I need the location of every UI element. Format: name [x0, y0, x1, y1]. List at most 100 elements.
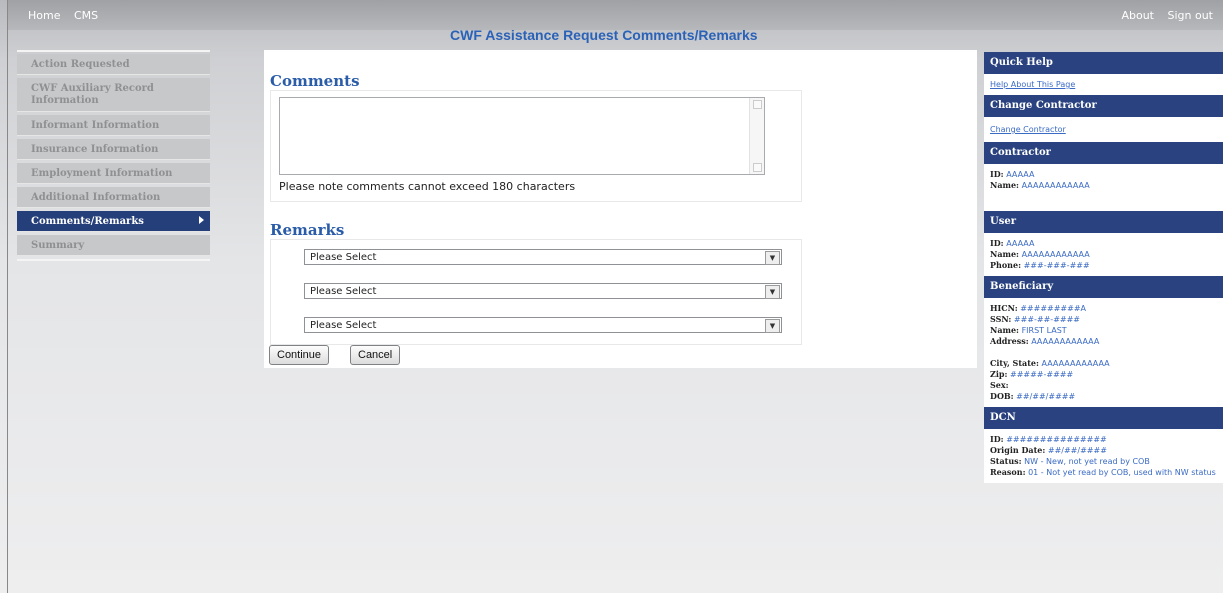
contractor-id-row: ID: AAAAA — [990, 169, 1217, 180]
page-title: CWF Assistance Request Comments/Remarks — [450, 27, 758, 43]
beneficiary-address-row: Address: AAAAAAAAAAAA — [990, 336, 1217, 347]
user-heading: User — [984, 211, 1223, 233]
remark-select-2[interactable]: Please Select ▼ — [304, 283, 782, 299]
nav-item-summary[interactable]: Summary — [17, 235, 210, 256]
textarea-scrollbar[interactable] — [749, 98, 764, 174]
dcn-reason-row: Reason: 01 - Not yet read by COB, used w… — [990, 467, 1217, 478]
user-id-label: ID: — [990, 238, 1004, 248]
ssn-label: SSN: — [990, 314, 1012, 324]
remark-select-1-value: Please Select — [310, 252, 377, 263]
change-contractor-link[interactable]: Change Contractor — [990, 125, 1066, 134]
beneficiary-hicn-row: HICN: #########A — [990, 303, 1217, 314]
user-phone-value: ###-###-### — [1023, 261, 1090, 270]
beneficiary-zip-row: Zip: #####-#### — [990, 369, 1217, 380]
reason-value: 01 - Not yet read by COB, used with NW s… — [1028, 468, 1216, 477]
nav-item-label: Additional Information — [31, 191, 161, 203]
comments-heading: Comments — [270, 72, 360, 90]
city-state-value: AAAAAAAAAAAA — [1041, 359, 1110, 368]
status-label: Status: — [990, 456, 1022, 466]
origin-date-label: Origin Date: — [990, 445, 1046, 455]
zip-label: Zip: — [990, 369, 1008, 379]
sign-out-link[interactable]: Sign out — [1167, 9, 1213, 22]
user-name-label: Name: — [990, 249, 1020, 259]
beneficiary-name-label: Name: — [990, 325, 1020, 335]
left-nav: Action Requested CWF Auxiliary Record In… — [17, 50, 210, 263]
nav-item-label: Comments/Remarks — [31, 215, 144, 227]
nav-divider — [17, 259, 210, 261]
contractor-id-label: ID: — [990, 169, 1004, 179]
chevron-down-icon: ▼ — [765, 319, 780, 333]
scroll-up-icon[interactable] — [753, 100, 762, 109]
change-contractor-heading: Change Contractor — [984, 95, 1223, 117]
dcn-status-row: Status: NW - New, not yet read by COB — [990, 456, 1217, 467]
hicn-label: HICN: — [990, 303, 1018, 313]
top-bar: Home CMS About Sign out — [8, 0, 1223, 30]
quick-help-body: Help About This Page — [984, 74, 1223, 95]
user-name-row: Name: AAAAAAAAAAAA — [990, 249, 1217, 260]
comments-note: Please note comments cannot exceed 180 c… — [279, 180, 576, 193]
dcn-origin-row: Origin Date: ##/##/#### — [990, 445, 1217, 456]
nav-item-insurance-information[interactable]: Insurance Information — [17, 139, 210, 160]
reason-label: Reason: — [990, 467, 1026, 477]
user-phone-label: Phone: — [990, 260, 1022, 270]
chevron-down-icon: ▼ — [765, 251, 780, 265]
beneficiary-heading: Beneficiary — [984, 276, 1223, 298]
contractor-body: ID: AAAAA Name: AAAAAAAAAAAA — [984, 164, 1223, 211]
beneficiary-body: HICN: #########A SSN: ###-##-#### Name: … — [984, 298, 1223, 407]
sex-label: Sex: — [990, 380, 1009, 390]
remarks-heading: Remarks — [270, 221, 345, 239]
dob-label: DOB: — [990, 391, 1014, 401]
user-id-row: ID: AAAAA — [990, 238, 1217, 249]
address-label: Address: — [990, 336, 1029, 346]
dob-value: ##/##/#### — [1016, 392, 1076, 401]
beneficiary-ssn-row: SSN: ###-##-#### — [990, 314, 1217, 325]
cancel-button[interactable]: Cancel — [350, 345, 401, 365]
help-about-page-link[interactable]: Help About This Page — [990, 80, 1075, 89]
remark-select-1[interactable]: Please Select ▼ — [304, 249, 782, 265]
cms-link[interactable]: CMS — [74, 9, 98, 22]
nav-item-label: CWF Auxiliary Record Information — [31, 82, 154, 106]
beneficiary-sex-row: Sex: — [990, 380, 1217, 391]
about-link[interactable]: About — [1121, 9, 1154, 22]
comments-box: Please note comments cannot exceed 180 c… — [270, 90, 802, 202]
status-value: NW - New, not yet read by COB — [1024, 457, 1150, 466]
zip-value: #####-#### — [1009, 370, 1074, 379]
nav-item-label: Summary — [31, 239, 85, 251]
contractor-name-label: Name: — [990, 180, 1020, 190]
continue-button[interactable]: Continue — [269, 345, 330, 365]
nav-item-cwf-auxiliary-record[interactable]: CWF Auxiliary Record Information — [17, 78, 210, 112]
nav-item-label: Action Requested — [31, 58, 130, 70]
dcn-id-value: ############### — [1006, 435, 1107, 444]
comments-textarea[interactable] — [279, 97, 765, 175]
beneficiary-city-row: City, State: AAAAAAAAAAAA — [990, 358, 1217, 369]
remark-select-2-value: Please Select — [310, 286, 377, 297]
home-link[interactable]: Home — [28, 9, 60, 22]
hicn-value: #########A — [1020, 304, 1087, 313]
nav-item-action-requested[interactable]: Action Requested — [17, 54, 210, 75]
change-contractor-body: Change Contractor — [984, 117, 1223, 142]
remarks-box: Please Select ▼ Please Select ▼ Please S… — [270, 239, 802, 345]
right-panel: Quick Help Help About This Page Change C… — [984, 52, 1223, 483]
contractor-name-row: Name: AAAAAAAAAAAA — [990, 180, 1217, 191]
remark-select-3[interactable]: Please Select ▼ — [304, 317, 782, 333]
beneficiary-name-value: FIRST LAST — [1021, 326, 1067, 335]
beneficiary-dob-row: DOB: ##/##/#### — [990, 391, 1217, 402]
beneficiary-name-row: Name: FIRST LAST — [990, 325, 1217, 336]
dcn-body: ID: ############### Origin Date: ##/##/#… — [984, 429, 1223, 483]
nav-item-additional-information[interactable]: Additional Information — [17, 187, 210, 208]
city-state-label: City, State: — [990, 358, 1039, 368]
dcn-heading: DCN — [984, 407, 1223, 429]
nav-item-employment-information[interactable]: Employment Information — [17, 163, 210, 184]
contractor-heading: Contractor — [984, 142, 1223, 164]
user-name-value: AAAAAAAAAAAA — [1021, 250, 1090, 259]
scroll-down-icon[interactable] — [753, 163, 762, 172]
quick-help-heading: Quick Help — [984, 52, 1223, 74]
nav-item-comments-remarks[interactable]: Comments/Remarks — [17, 211, 210, 232]
nav-item-informant-information[interactable]: Informant Information — [17, 115, 210, 136]
nav-item-label: Informant Information — [31, 119, 160, 131]
top-nav-left: Home CMS — [28, 9, 108, 22]
nav-item-label: Employment Information — [31, 167, 173, 179]
remark-select-3-value: Please Select — [310, 320, 377, 331]
user-body: ID: AAAAA Name: AAAAAAAAAAAA Phone: ###-… — [984, 233, 1223, 276]
